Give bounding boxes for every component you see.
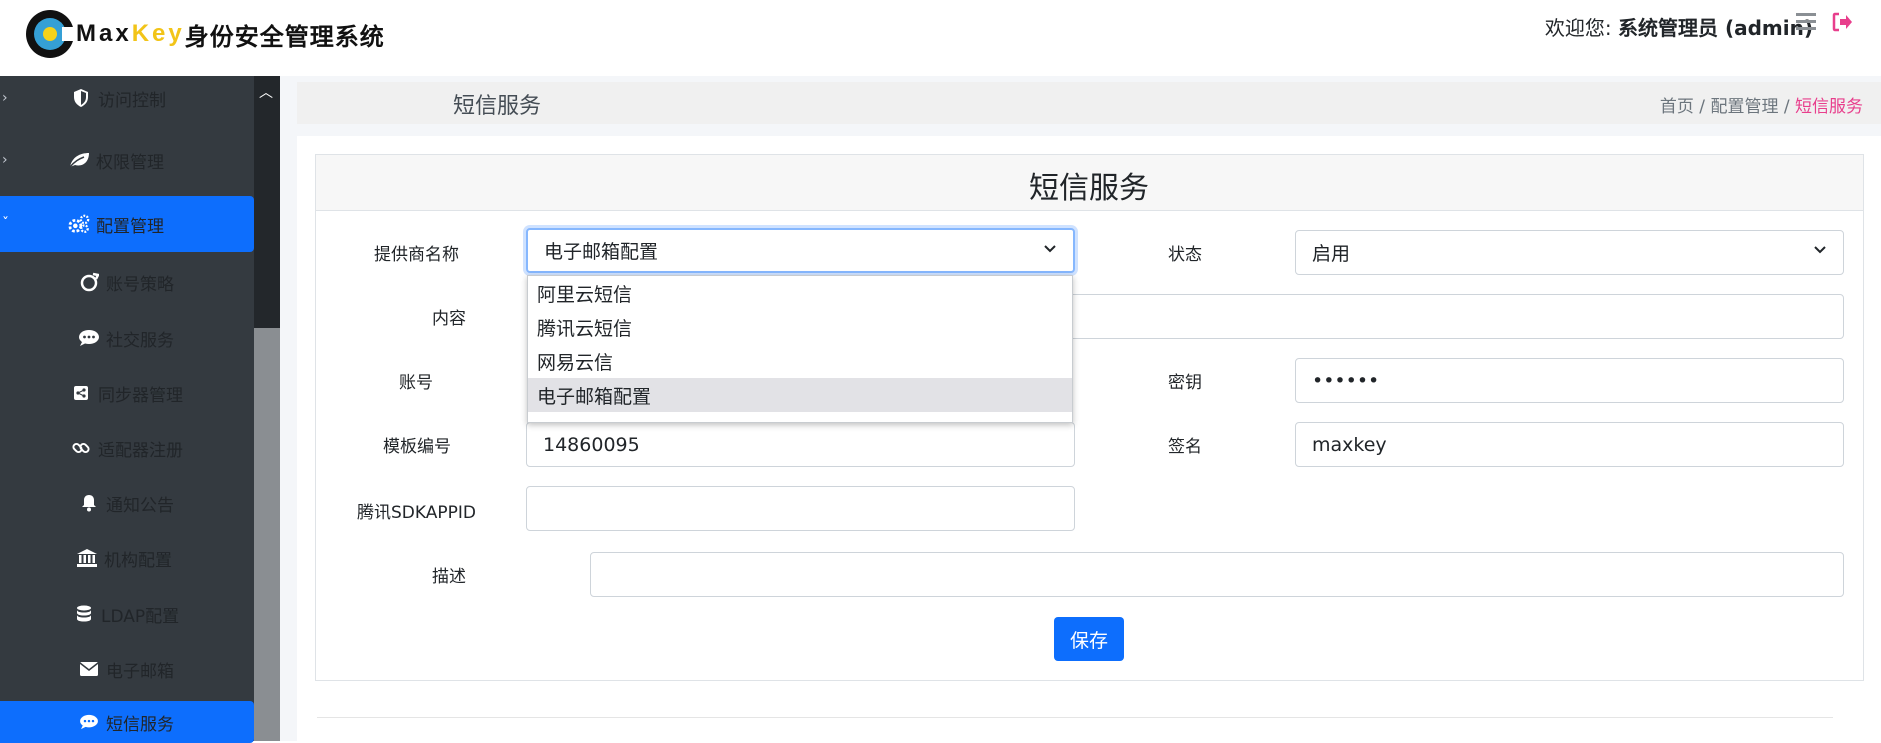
chevron-down-icon bbox=[1044, 245, 1056, 253]
provider-option-email[interactable]: 电子邮箱配置 bbox=[528, 378, 1072, 412]
sidebar-item-social[interactable]: 社交服务 bbox=[0, 310, 254, 366]
breadcrumb-sep: / bbox=[1693, 97, 1711, 117]
status-selected-value: 启用 bbox=[1312, 243, 1351, 265]
sidebar-item-label: 通知公告 bbox=[106, 495, 174, 516]
sidebar-item-institution[interactable]: 机构配置 bbox=[0, 530, 254, 586]
logo-max-text: Max bbox=[76, 20, 132, 47]
breadcrumb-current: 短信服务 bbox=[1795, 97, 1863, 117]
sign-input[interactable]: maxkey bbox=[1295, 422, 1844, 467]
top-header: MaxKey 身份安全管理系统 欢迎您: 系统管理员 (admin) bbox=[0, 0, 1881, 76]
share-square-icon bbox=[70, 382, 92, 404]
welcome-text: 欢迎您: bbox=[1544, 16, 1612, 40]
provider-dropdown-menu: 阿里云短信 腾讯云短信 网易云信 电子邮箱配置 bbox=[527, 275, 1073, 423]
provider-selected-value: 电子邮箱配置 bbox=[544, 241, 659, 263]
sdkappid-input[interactable] bbox=[526, 486, 1075, 531]
sidebar-item-access-control[interactable]: › 访问控制 bbox=[0, 70, 254, 126]
provider-option-aliyun[interactable]: 阿里云短信 bbox=[528, 276, 1072, 310]
database-icon bbox=[73, 603, 95, 625]
comment-dots-icon bbox=[78, 327, 100, 349]
sign-label: 签名 bbox=[1168, 437, 1202, 457]
user-name[interactable]: 系统管理员 (admin) bbox=[1618, 16, 1813, 40]
template-value: 14860095 bbox=[543, 433, 640, 456]
save-button[interactable]: 保存 bbox=[1054, 617, 1124, 661]
bank-icon bbox=[76, 547, 98, 569]
sdkappid-label: 腾讯SDKAPPID bbox=[357, 503, 476, 523]
sidebar-item-label: 访问控制 bbox=[98, 90, 166, 111]
provider-option-netease[interactable]: 网易云信 bbox=[528, 344, 1072, 378]
secret-label: 密钥 bbox=[1168, 373, 1202, 393]
card-title: 短信服务 bbox=[1029, 171, 1149, 206]
envelope-icon bbox=[78, 658, 100, 680]
hamburger-icon[interactable] bbox=[1796, 13, 1816, 31]
sidebar-item-adapter[interactable]: 适配器注册 bbox=[0, 420, 254, 476]
user-greeting: 欢迎您: 系统管理员 (admin) bbox=[1545, 12, 1813, 41]
logo-key-text: Key bbox=[131, 20, 185, 47]
link-icon bbox=[70, 437, 92, 459]
breadcrumb: 首页 / 配置管理 / 短信服务 bbox=[1660, 92, 1863, 117]
sidebar-scroll-thumb[interactable] bbox=[254, 328, 280, 741]
breadcrumb-parent[interactable]: 配置管理 bbox=[1710, 97, 1778, 117]
sidebar-item-label: 电子邮箱 bbox=[106, 661, 174, 682]
breadcrumb-home[interactable]: 首页 bbox=[1660, 97, 1694, 117]
account-label: 账号 bbox=[399, 373, 433, 393]
chevron-right-icon: › bbox=[2, 90, 8, 106]
chevron-down-icon: ˇ bbox=[2, 216, 9, 232]
divider bbox=[317, 717, 1833, 718]
bell-icon bbox=[78, 492, 100, 514]
breadcrumb-sep: / bbox=[1778, 97, 1795, 117]
maxkey-logo-icon bbox=[26, 10, 76, 58]
sidebar-item-label: 配置管理 bbox=[96, 216, 164, 237]
logo[interactable]: MaxKey 身份安全管理系统 bbox=[26, 10, 385, 58]
sidebar-item-label: 短信服务 bbox=[106, 714, 174, 735]
sidebar-item-sms[interactable]: 短信服务 bbox=[0, 701, 254, 743]
page-title: 短信服务 bbox=[453, 94, 542, 119]
secret-value: •••••• bbox=[1312, 369, 1380, 392]
sidebar-item-ldap[interactable]: LDAP配置 bbox=[0, 586, 254, 642]
sign-value: maxkey bbox=[1312, 433, 1387, 456]
circle-icon bbox=[78, 271, 100, 293]
desc-input[interactable] bbox=[590, 552, 1844, 597]
sidebar-item-label: 机构配置 bbox=[104, 550, 172, 571]
status-select[interactable]: 启用 bbox=[1295, 230, 1844, 275]
secret-input[interactable]: •••••• bbox=[1295, 358, 1844, 403]
provider-option-tencent[interactable]: 腾讯云短信 bbox=[528, 310, 1072, 344]
sidebar-item-email[interactable]: 电子邮箱 bbox=[0, 641, 254, 697]
shield-icon bbox=[70, 87, 92, 109]
content-label: 内容 bbox=[432, 309, 466, 329]
comment-dots-icon bbox=[78, 711, 100, 733]
sidebar-item-notices[interactable]: 通知公告 bbox=[0, 475, 254, 531]
gears-icon bbox=[68, 213, 90, 235]
status-label: 状态 bbox=[1168, 245, 1202, 265]
sidebar-item-synchronizer[interactable]: 同步器管理 bbox=[0, 365, 254, 421]
provider-label: 提供商名称 bbox=[374, 245, 459, 265]
template-label: 模板编号 bbox=[383, 437, 451, 457]
sidebar-item-label: 社交服务 bbox=[106, 330, 174, 351]
sidebar-item-label: 同步器管理 bbox=[98, 385, 183, 406]
system-title: 身份安全管理系统 bbox=[184, 22, 385, 51]
scroll-up-icon[interactable]: ︿ bbox=[259, 82, 273, 102]
template-input[interactable]: 14860095 bbox=[526, 422, 1075, 467]
sidebar-item-account-policy[interactable]: 账号策略 bbox=[0, 254, 254, 310]
desc-label: 描述 bbox=[432, 567, 466, 587]
content-input[interactable] bbox=[1050, 294, 1844, 339]
sidebar-item-label: 账号策略 bbox=[106, 274, 174, 295]
sidebar-item-label: 适配器注册 bbox=[98, 440, 183, 461]
chevron-down-icon bbox=[1814, 246, 1826, 254]
sidebar-item-label: LDAP配置 bbox=[101, 606, 180, 627]
sign-out-icon[interactable] bbox=[1830, 10, 1854, 34]
provider-select[interactable]: 电子邮箱配置 bbox=[526, 228, 1075, 273]
